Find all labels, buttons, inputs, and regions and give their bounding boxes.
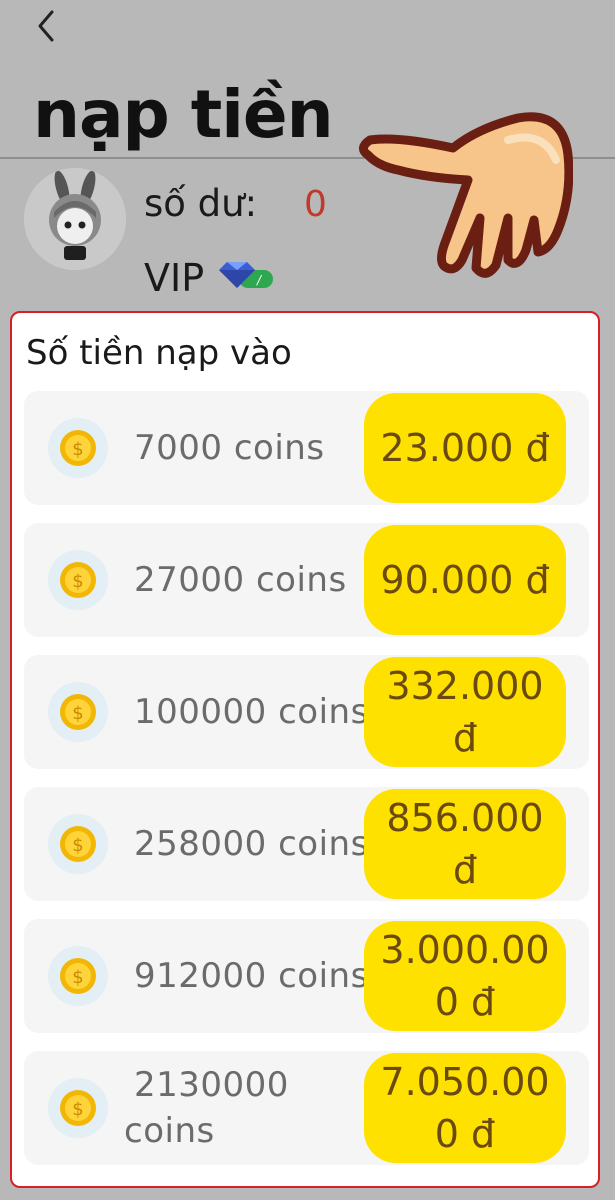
price-button[interactable]: 3.000.000 đ bbox=[364, 921, 566, 1031]
svg-text:$: $ bbox=[72, 967, 83, 988]
coin-icon: $ bbox=[48, 1078, 108, 1138]
coin-amount: 100000 coins bbox=[134, 692, 369, 732]
coin-icon: $ bbox=[48, 418, 108, 478]
balance-value: 0 bbox=[304, 184, 327, 225]
coin-icon: $ bbox=[48, 550, 108, 610]
package-item[interactable]: $ 7000 coins 23.000 đ bbox=[24, 391, 589, 505]
svg-text:$: $ bbox=[72, 571, 83, 592]
page-title: nạp tiền bbox=[33, 76, 334, 153]
pointing-hand-icon bbox=[359, 112, 573, 278]
package-item[interactable]: $ 27000 coins 90.000 đ bbox=[24, 523, 589, 637]
back-button[interactable] bbox=[28, 8, 64, 44]
svg-text:$: $ bbox=[72, 835, 83, 856]
svg-text:$: $ bbox=[72, 1099, 83, 1120]
avatar-image bbox=[24, 168, 126, 270]
coin-icon: $ bbox=[48, 682, 108, 742]
price-button[interactable]: 856.000 đ bbox=[364, 789, 566, 899]
coin-amount: 2130000 coins bbox=[124, 1065, 289, 1151]
coin-amount: 27000 coins bbox=[134, 560, 347, 600]
coin-amount: 258000 coins bbox=[134, 824, 369, 864]
price-button[interactable]: 7.050.000 đ bbox=[364, 1053, 566, 1163]
package-item[interactable]: $ 258000 coins 856.000 đ bbox=[24, 787, 589, 901]
price-button[interactable]: 90.000 đ bbox=[364, 525, 566, 635]
chevron-left-icon bbox=[38, 10, 54, 42]
package-item[interactable]: $ 2130000 coins 7.050.000 đ bbox=[24, 1051, 589, 1165]
package-item[interactable]: $ 100000 coins 332.000 đ bbox=[24, 655, 589, 769]
price-button[interactable]: 23.000 đ bbox=[364, 393, 566, 503]
svg-text:$: $ bbox=[72, 703, 83, 724]
coin-amount: 7000 coins bbox=[134, 428, 325, 468]
diamond-badge-icon: / bbox=[219, 262, 273, 288]
vip-label: VIP bbox=[144, 256, 205, 300]
svg-text:$: $ bbox=[72, 439, 83, 460]
package-item[interactable]: $ 912000 coins 3.000.000 đ bbox=[24, 919, 589, 1033]
coin-icon: $ bbox=[48, 814, 108, 874]
coin-icon: $ bbox=[48, 946, 108, 1006]
recharge-panel: Số tiền nạp vào $ 7000 coins 23.000 đ $ … bbox=[10, 311, 600, 1188]
price-button[interactable]: 332.000 đ bbox=[364, 657, 566, 767]
recharge-title: Số tiền nạp vào bbox=[26, 333, 292, 373]
balance-label: số dư: bbox=[144, 182, 258, 225]
avatar[interactable] bbox=[24, 168, 126, 270]
coin-amount: 912000 coins bbox=[134, 956, 369, 996]
